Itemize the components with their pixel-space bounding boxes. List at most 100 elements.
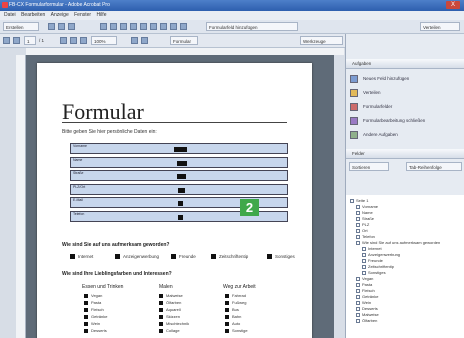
menu-item-view[interactable]: Anzeige: [51, 11, 69, 20]
list-item[interactable]: Ölfarben: [159, 300, 181, 305]
tree-node[interactable]: Name: [356, 210, 373, 215]
tree-node[interactable]: Freunde: [362, 258, 383, 263]
tree-node[interactable]: Internet: [362, 246, 382, 251]
tree-node[interactable]: Telefon: [356, 234, 375, 239]
open-icon[interactable]: [48, 23, 55, 30]
distribute-button[interactable]: Verteilen: [420, 22, 460, 31]
checkbox-option[interactable]: Internet: [70, 254, 93, 260]
print-icon[interactable]: [68, 23, 75, 30]
fit-width-icon[interactable]: [141, 37, 148, 44]
checkbox-option[interactable]: Freunde: [171, 254, 196, 260]
tree-node[interactable]: Vegan: [356, 276, 373, 281]
task-distribute[interactable]: Verteilen: [350, 89, 381, 97]
task-form-fields[interactable]: Formularfelder: [350, 103, 392, 111]
task-add-field[interactable]: Neues Feld hinzufügen: [350, 75, 409, 83]
list-item[interactable]: Wein: [84, 321, 100, 326]
list-item[interactable]: Getränke: [84, 314, 107, 319]
tree-node[interactable]: Getränke: [356, 294, 378, 299]
form-field[interactable]: Name: [70, 157, 288, 168]
create-button[interactable]: Erstellen: [3, 22, 39, 31]
tools-button[interactable]: Werkzeuge: [300, 36, 343, 45]
menu-item-help[interactable]: Hilfe: [96, 11, 106, 20]
form-field[interactable]: Straße: [70, 170, 288, 181]
page-down-icon[interactable]: [13, 37, 20, 44]
list-item[interactable]: Skizzen: [159, 314, 180, 319]
tab-order-dropdown[interactable]: Tab-Reihenfolge: [406, 162, 462, 171]
hand-icon[interactable]: [110, 23, 117, 30]
tree-node[interactable]: Wein: [356, 300, 371, 305]
list-item[interactable]: Desserts: [84, 328, 107, 333]
tree-node[interactable]: Straße: [356, 216, 374, 221]
field-handle[interactable]: [178, 201, 183, 206]
field-handle[interactable]: [178, 188, 185, 193]
list-item[interactable]: Vegan: [84, 293, 102, 298]
list-item[interactable]: Collage: [159, 328, 180, 333]
form-field[interactable]: Vorname: [70, 143, 288, 154]
sort-dropdown[interactable]: Sortieren: [349, 162, 389, 171]
checkbox-icon: [115, 254, 120, 260]
page-up-icon[interactable]: [3, 37, 10, 44]
list-tool-icon[interactable]: [160, 23, 167, 30]
button-tool-icon[interactable]: [150, 23, 157, 30]
list-item[interactable]: Bahn: [225, 314, 241, 319]
tree-node[interactable]: Anzeigenwerbung: [362, 252, 400, 257]
list-item[interactable]: Aquarell: [159, 307, 181, 312]
zoom-icon[interactable]: [120, 23, 127, 30]
save-icon[interactable]: [58, 23, 65, 30]
tree-node[interactable]: Seite 1: [350, 198, 368, 203]
list-item[interactable]: Malweise: [159, 293, 183, 298]
tree-node[interactable]: Malweise: [356, 312, 379, 317]
task-button[interactable]: Formularfeld hinzufügen: [206, 22, 298, 31]
main-toolbar: Erstellen Formularfeld hinzufügen Vertei…: [0, 20, 464, 34]
tree-node[interactable]: Fleisch: [356, 288, 375, 293]
radio-tool-icon[interactable]: [180, 23, 187, 30]
menu-item-file[interactable]: Datei: [4, 11, 16, 20]
dropdown-tool-icon[interactable]: [170, 23, 177, 30]
tree-node[interactable]: Wie sind Sie auf uns aufmerksam geworden: [356, 240, 440, 245]
menu-item-edit[interactable]: Bearbeiten: [21, 11, 45, 20]
list-item[interactable]: Fleisch: [84, 307, 104, 312]
checkbox-tool-icon[interactable]: [140, 23, 147, 30]
checkbox-option[interactable]: Zeitschriftentip: [211, 254, 249, 260]
list-item[interactable]: Fußweg: [225, 300, 246, 305]
list-item[interactable]: Fahrrad: [225, 293, 246, 298]
menu-item-window[interactable]: Fenster: [74, 11, 91, 20]
form-button[interactable]: Formular: [170, 36, 198, 45]
checkbox-option[interactable]: Sonstiges: [267, 254, 295, 260]
select-icon[interactable]: [100, 23, 107, 30]
fields-panel-header[interactable]: Felder: [346, 149, 464, 159]
list-item[interactable]: Mischtechnik: [159, 321, 189, 326]
tree-node[interactable]: Vorname: [356, 204, 378, 209]
form-field[interactable]: PLZ/Ort: [70, 184, 288, 195]
tree-node[interactable]: Sonstiges: [362, 270, 386, 275]
tree-node[interactable]: Pasta: [356, 282, 372, 287]
tree-node[interactable]: PLZ: [356, 222, 369, 227]
checkbox-option-label: Zeitschriftentip: [219, 254, 249, 259]
checkbox-option[interactable]: Anzeigenwerbung: [115, 254, 159, 260]
tree-node[interactable]: Ort: [356, 228, 368, 233]
zoom-out-icon[interactable]: [70, 37, 77, 44]
tree-node[interactable]: Desserts: [356, 306, 378, 311]
tree-node[interactable]: Ölfarben: [356, 318, 377, 323]
text-field-icon[interactable]: [130, 23, 137, 30]
task-close-editing[interactable]: Formularbearbeitung schließen: [350, 117, 425, 125]
zoom-select[interactable]: 100%: [91, 36, 117, 45]
tasks-panel-header[interactable]: Aufgaben: [346, 59, 464, 69]
field-handle[interactable]: [174, 147, 187, 152]
zoom-in-icon[interactable]: [80, 37, 87, 44]
task-other[interactable]: Andere Aufgaben: [350, 131, 398, 139]
close-button[interactable]: X: [446, 1, 460, 9]
tree-node[interactable]: Zeitschriftentip: [362, 264, 394, 269]
field-handle[interactable]: [177, 161, 187, 166]
field-handle[interactable]: [177, 174, 186, 179]
list-item[interactable]: Auto: [225, 321, 240, 326]
field-handle[interactable]: [178, 215, 183, 220]
vertical-scrollbar[interactable]: [334, 55, 344, 338]
list-item[interactable]: Bus: [225, 307, 239, 312]
select-arrow-icon[interactable]: [60, 37, 67, 44]
list-item[interactable]: Pasta: [84, 300, 101, 305]
page-number-input[interactable]: 1: [24, 36, 36, 45]
list-item[interactable]: Sonstige: [225, 328, 248, 333]
fit-page-icon[interactable]: [131, 37, 138, 44]
checkbox-icon: [225, 321, 229, 326]
